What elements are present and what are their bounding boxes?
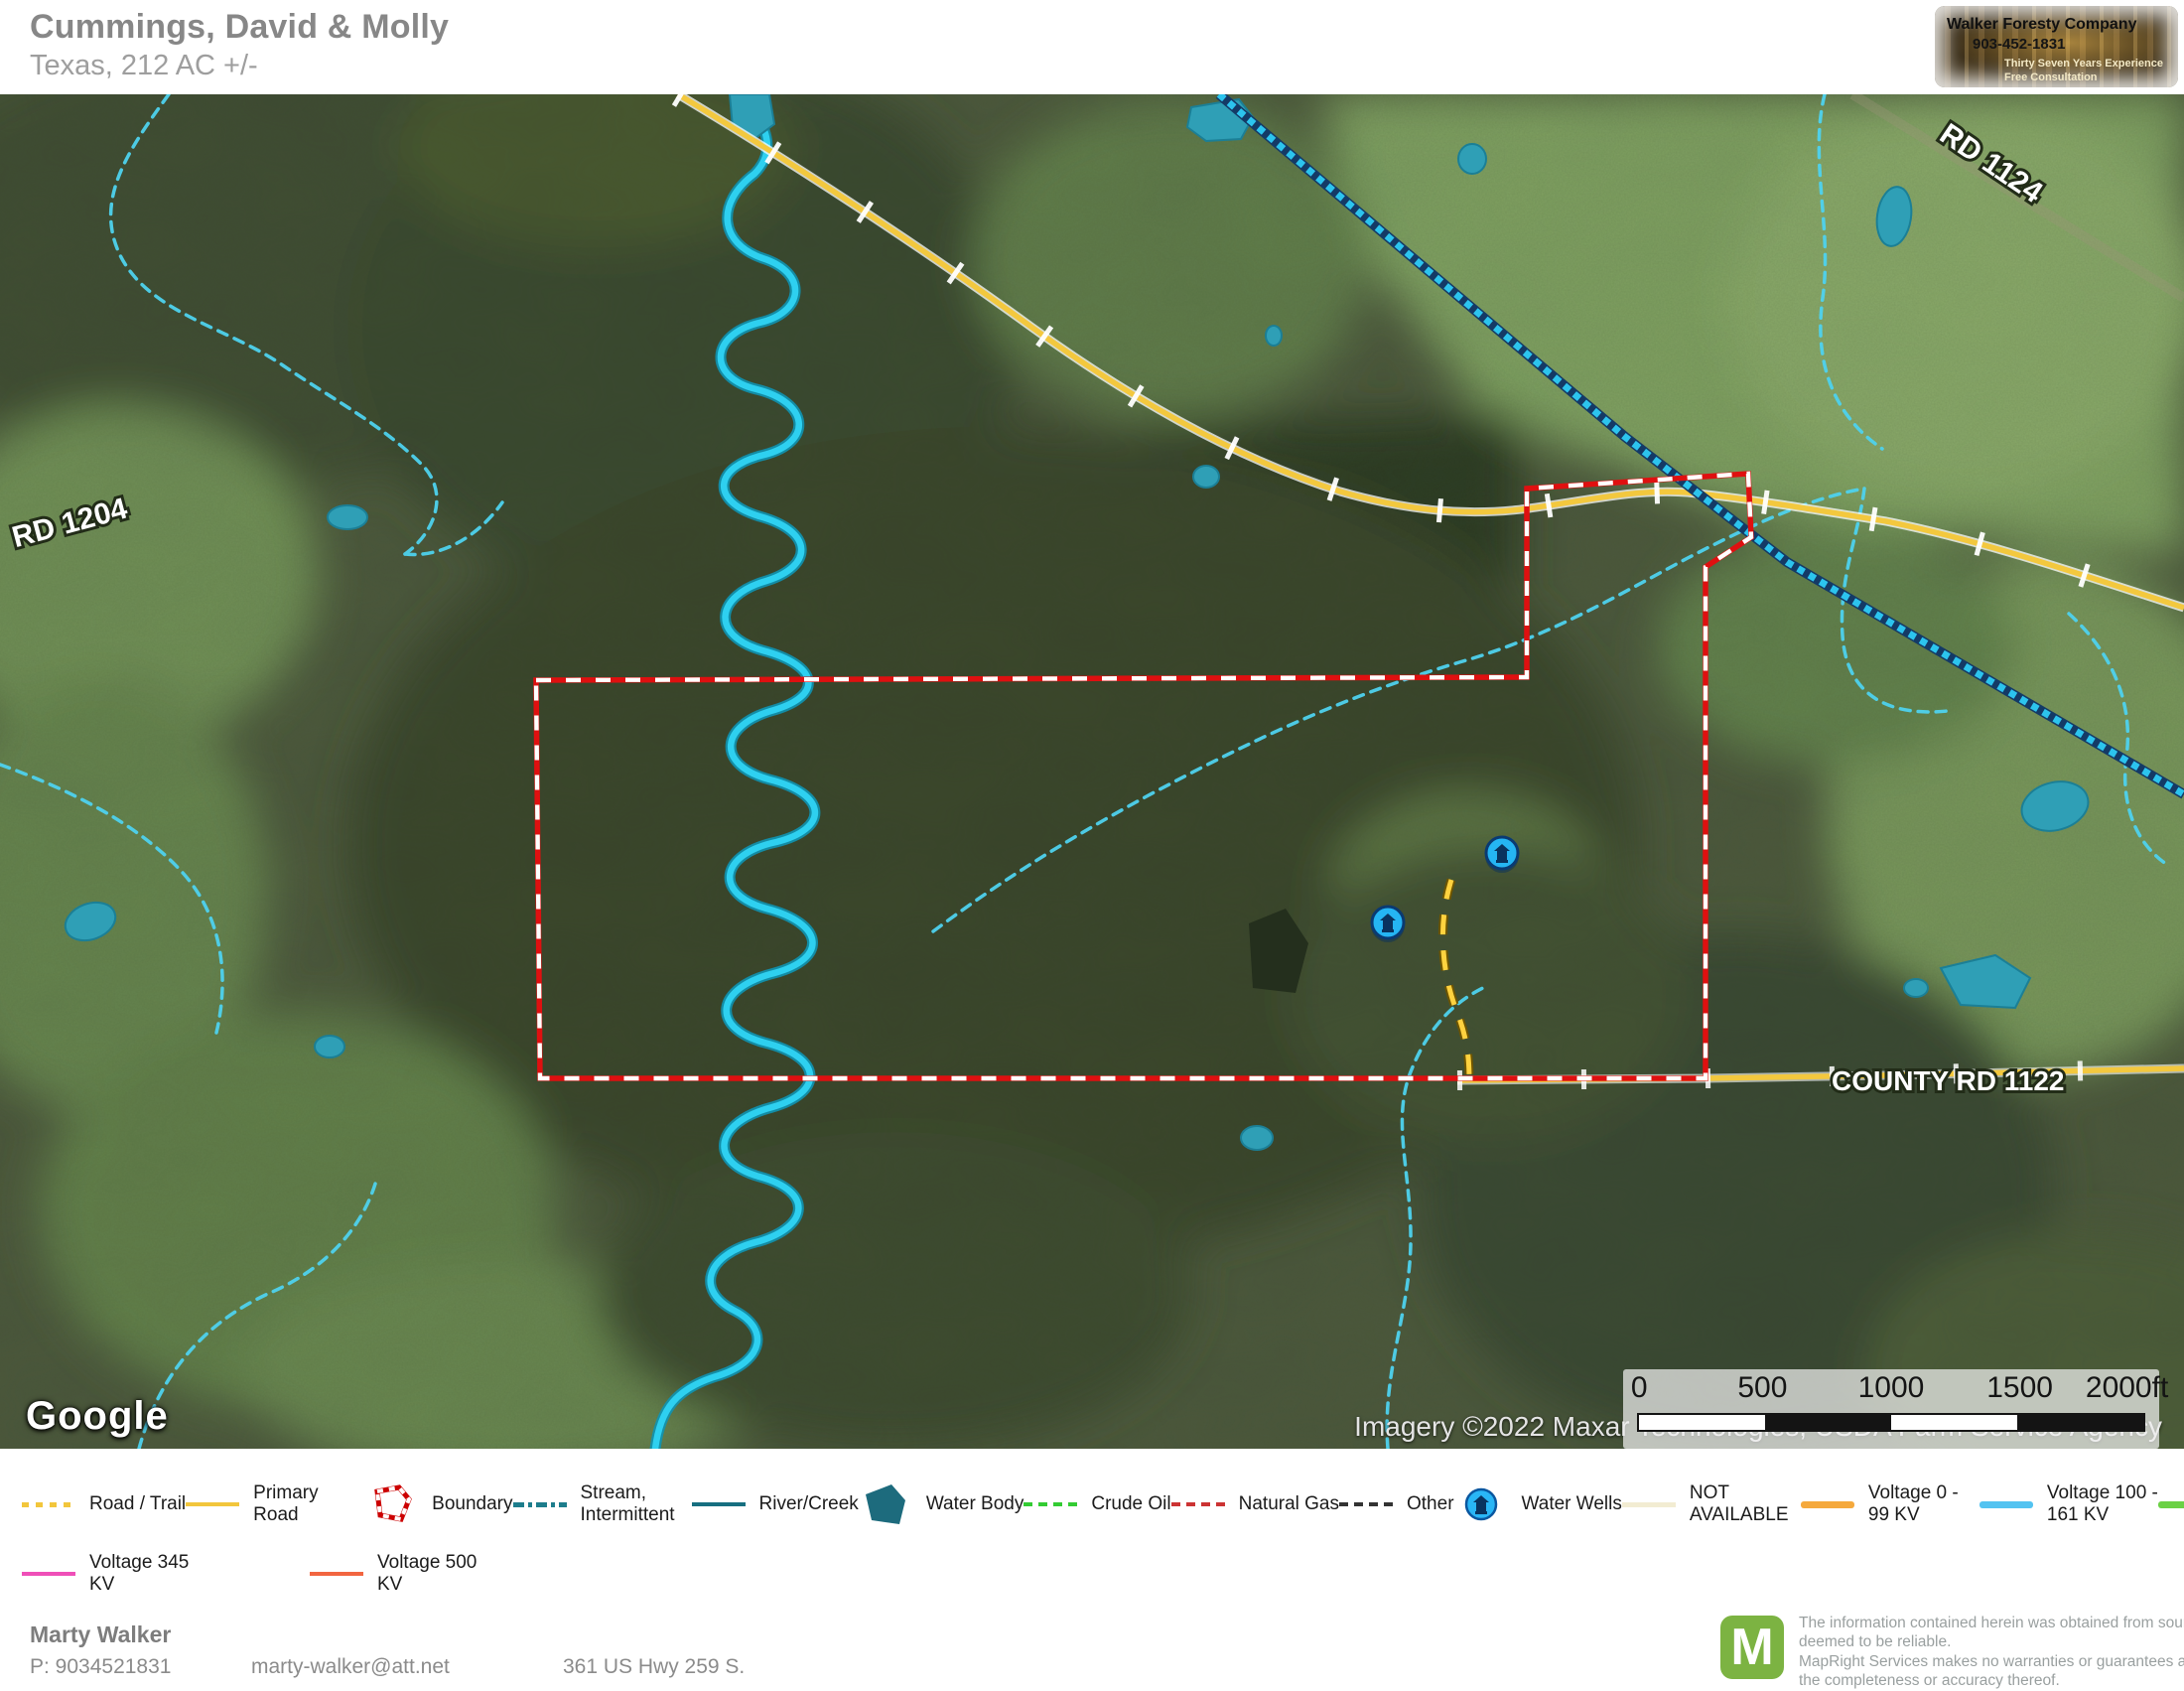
voltage-345-kv-swatch — [22, 1572, 75, 1576]
legend-item-boundary: Boundary — [364, 1484, 512, 1524]
disclaimer-line-2: MapRight Services makes no warranties or… — [1799, 1652, 2184, 1691]
legend-label: Crude Oil — [1091, 1493, 1170, 1515]
terrain-noise — [0, 94, 2184, 1449]
stream-intermittent-swatch — [513, 1502, 567, 1507]
mapright-logo: M — [1720, 1616, 1784, 1679]
legend-item-voltage-345-kv: Voltage 345 KV — [22, 1552, 201, 1596]
legend-item-water-wells: Water Wells — [1454, 1486, 1622, 1522]
legend-item-primary-road: Primary Road — [186, 1482, 364, 1526]
primary-road-swatch — [186, 1502, 239, 1506]
boundary-swatch — [364, 1484, 418, 1524]
agent-email[interactable]: marty-walker@att.net — [251, 1655, 450, 1679]
agent-phone: P: 9034521831 — [30, 1655, 171, 1679]
legend-label: Voltage 500 KV — [377, 1552, 488, 1596]
legend-label: Other — [1407, 1493, 1454, 1515]
legend-label: Water Wells — [1522, 1493, 1622, 1515]
legend-item-other: Other — [1339, 1493, 1454, 1515]
disclaimer-line-1: The information contained herein was obt… — [1799, 1614, 2184, 1652]
page-subtitle: Texas, 212 AC +/- — [30, 50, 258, 82]
legend-item-stream-intermittent: Stream, Intermittent — [513, 1482, 692, 1526]
legend-item-water-body: Water Body — [859, 1482, 1024, 1526]
legend-label: Stream, Intermittent — [581, 1482, 692, 1526]
legend-label: Road / Trail — [89, 1493, 186, 1515]
scale-bar-segments — [1637, 1413, 2145, 1432]
agent-address: 361 US Hwy 259 S. — [563, 1655, 745, 1679]
legend-item-not-available: NOT AVAILABLE — [1622, 1482, 1801, 1526]
legend-label: Voltage 100 - 161 KV — [2047, 1482, 2158, 1526]
road-trail-swatch — [22, 1502, 75, 1507]
legend-item-road-trail: Road / Trail — [22, 1493, 186, 1515]
voltage-100-161-kv-swatch — [1979, 1501, 2033, 1508]
scale-bar: 0 500 1000 1500 2000ft — [1623, 1369, 2159, 1449]
header: Cummings, David & Molly Texas, 212 AC +/… — [0, 0, 2184, 94]
legend-label: Voltage 0 - 99 KV — [1868, 1482, 1979, 1526]
logo-phone: 903-452-1831 — [1973, 36, 2065, 53]
legend-item-voltage-100-161-kv: Voltage 100 - 161 KV — [1979, 1482, 2158, 1526]
legend-item-river-creek: River/Creek — [692, 1493, 859, 1515]
disclaimer: The information contained herein was obt… — [1799, 1614, 2184, 1691]
logo-tagline-2: Free Consultation — [2004, 71, 2098, 83]
logo-tagline-1: Thirty Seven Years Experience — [2004, 58, 2163, 70]
legend-item-natural-gas: Natural Gas — [1171, 1493, 1339, 1515]
crude-oil-swatch — [1024, 1502, 1077, 1506]
other-swatch — [1339, 1502, 1393, 1506]
legend-item-crude-oil: Crude Oil — [1024, 1493, 1170, 1515]
water-well-marker[interactable] — [1371, 907, 1405, 942]
google-logo[interactable]: Google — [26, 1394, 169, 1439]
voltage-500-kv-swatch — [310, 1572, 363, 1576]
agent-name: Marty Walker — [30, 1621, 171, 1648]
scale-labels: 0 500 1000 1500 2000ft — [1623, 1371, 2159, 1409]
legend-label: Water Body — [926, 1493, 1024, 1515]
legend-item-voltage-220-287-kv: Voltage 220 - 287 KV — [2158, 1482, 2184, 1526]
legend-label: Boundary — [432, 1493, 512, 1515]
legend-item-voltage-500-kv: Voltage 500 KV — [310, 1552, 488, 1596]
not-available-swatch — [1622, 1502, 1676, 1507]
road-label-countyrd1122: COUNTY RD 1122 — [1832, 1065, 2064, 1096]
natural-gas-swatch — [1171, 1502, 1225, 1506]
legend-label: Natural Gas — [1239, 1493, 1339, 1515]
water-well-marker[interactable] — [1485, 837, 1519, 873]
voltage-220-287-kv-swatch — [2158, 1501, 2184, 1508]
voltage-0-99-kv-swatch — [1801, 1501, 1854, 1508]
legend-row-1: Road / Trail Primary Road Boundary Stream, … — [0, 1482, 2184, 1526]
legend-label: NOT AVAILABLE — [1690, 1482, 1801, 1526]
map-canvas[interactable]: RD 1204 RD 1124 COUNTY RD 1122 Imagery ©… — [0, 94, 2184, 1449]
logo-company-name: Walker Foresty Company — [1947, 16, 2136, 34]
walker-forestry-logo: Walker Foresty Company 903-452-1831 Thir… — [1935, 6, 2178, 87]
legend-label: Primary Road — [253, 1482, 364, 1526]
page-title: Cummings, David & Molly — [30, 8, 449, 47]
water-body-swatch — [859, 1482, 912, 1526]
map-legend: Road / Trail Primary Road Boundary Stream, … — [0, 1449, 2184, 1614]
legend-label: Voltage 345 KV — [89, 1552, 201, 1596]
legend-item-voltage-0-99-kv: Voltage 0 - 99 KV — [1801, 1482, 1979, 1526]
legend-row-2: Voltage 345 KV Voltage 500 KV — [0, 1552, 2184, 1596]
water-wells-swatch — [1454, 1486, 1508, 1522]
footer: Marty Walker P: 9034521831 marty-walker@… — [0, 1614, 2184, 1687]
river-creek-swatch — [692, 1502, 746, 1506]
legend-label: River/Creek — [759, 1493, 859, 1515]
